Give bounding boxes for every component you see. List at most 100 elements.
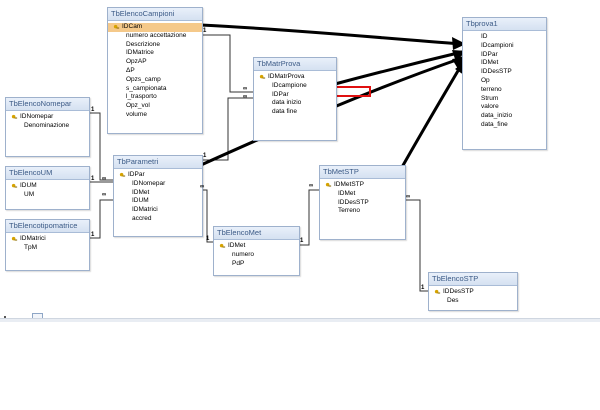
field-row[interactable]: Descrizione	[108, 41, 202, 50]
field-row[interactable]: IDNomepar	[114, 180, 202, 189]
horizontal-scrollbar[interactable]	[0, 318, 600, 322]
table-title[interactable]: TbMetSTP	[320, 166, 405, 179]
table-title[interactable]: TbElencotipomatrice	[6, 220, 89, 233]
field-name: Terreno	[338, 207, 361, 215]
field-row[interactable]: Strum	[463, 95, 546, 104]
field-row[interactable]: IDMet	[214, 242, 299, 251]
field-row[interactable]: IDPar	[114, 171, 202, 180]
field-row[interactable]: IDMatrice	[108, 49, 202, 58]
table-matr-prova[interactable]: TbMatrProva IDMatrProva IDcampione IDPar…	[253, 57, 337, 141]
many-marker: ∞	[309, 183, 314, 189]
table-elenco-stp[interactable]: TbElencoSTP IDDesSTP Des	[428, 272, 518, 311]
field-row[interactable]: OpzAP	[108, 58, 202, 67]
field-name: data_inizio	[481, 112, 513, 120]
field-name: IDcampioni	[481, 41, 514, 49]
field-row[interactable]: IDMet	[320, 190, 405, 199]
key-icon	[259, 74, 266, 79]
field-name: terreno	[481, 85, 502, 93]
field-row[interactable]: TpM	[6, 244, 89, 253]
field-name: IDNomepar	[20, 113, 54, 120]
table-title[interactable]: TbParametri	[114, 156, 202, 169]
field-row[interactable]: data inizio	[254, 99, 336, 108]
key-icon	[434, 289, 441, 294]
one-marker: 1	[91, 107, 95, 113]
table-title[interactable]: TbElencoSTP	[429, 273, 517, 286]
field-row[interactable]: IDMetSTP	[320, 181, 405, 190]
table-title[interactable]: Tbprova1	[463, 18, 546, 31]
table-prova1[interactable]: Tbprova1 ID IDcampioni IDPar IDMet IDDes…	[462, 17, 547, 150]
field-name: Strum	[481, 94, 499, 102]
field-row[interactable]: valore	[463, 103, 546, 112]
field-name: Des	[447, 296, 459, 304]
field-row[interactable]: IDcampioni	[463, 42, 546, 51]
many-marker: ∞	[406, 194, 411, 200]
table-title[interactable]: TbElencoUM	[6, 167, 89, 180]
field-row[interactable]: IDMet	[463, 59, 546, 68]
field-row[interactable]: IDNomepar	[6, 113, 89, 122]
field-row[interactable]: Des	[429, 297, 517, 306]
field-row[interactable]: Terreno	[320, 207, 405, 216]
field-name: ΔP	[126, 66, 135, 74]
key-icon	[113, 24, 120, 29]
one-marker: 1	[300, 238, 304, 244]
field-row[interactable]: numero accettazione	[108, 32, 202, 41]
field-row[interactable]: IDPar	[254, 91, 336, 100]
table-elenco-tipomatrice[interactable]: TbElencotipomatrice IDMatrici TpM	[5, 219, 90, 271]
field-row[interactable]: Op	[463, 77, 546, 86]
key-icon	[325, 182, 332, 187]
many-marker: ∞	[200, 184, 205, 190]
field-row[interactable]: data_fine	[463, 121, 546, 130]
field-name: l_trasporto	[126, 93, 157, 101]
field-row[interactable]: l_trasporto	[108, 93, 202, 102]
field-name: Denominazione	[24, 121, 70, 129]
field-row[interactable]: IDUM	[114, 197, 202, 206]
table-met-stp[interactable]: TbMetSTP IDMetSTP IDMet IDDesSTP Terreno	[319, 165, 406, 240]
field-name: ID	[481, 33, 488, 40]
field-row[interactable]: IDDesSTP	[429, 288, 517, 297]
field-row[interactable]: volume	[108, 111, 202, 120]
field-row[interactable]: IDDesSTP	[463, 68, 546, 77]
table-elenco-campioni[interactable]: TbElencoCampioni IDCam numero accettazio…	[107, 7, 203, 134]
field-row[interactable]: numero	[214, 251, 299, 260]
field-row[interactable]: Opzs_camp	[108, 76, 202, 85]
field-row[interactable]: IDCam	[108, 23, 202, 32]
table-title[interactable]: TbElencoCampioni	[108, 8, 202, 21]
field-row[interactable]: terreno	[463, 86, 546, 95]
field-row[interactable]: IDMatrProva	[254, 73, 336, 82]
one-marker: 1	[203, 153, 207, 159]
field-row[interactable]: data fine	[254, 108, 336, 117]
table-elenco-met[interactable]: TbElencoMet IDMet numero PdP	[213, 226, 300, 276]
field-row[interactable]: IDDesSTP	[320, 199, 405, 208]
many-marker: ∞	[243, 94, 248, 100]
field-row[interactable]: ID	[463, 33, 546, 42]
field-row[interactable]: IDMatrici	[6, 235, 89, 244]
key-icon	[119, 172, 126, 177]
table-title[interactable]: TbElencoNomepar	[6, 98, 89, 111]
field-row[interactable]: UM	[6, 191, 89, 200]
table-parametri[interactable]: TbParametri IDPar IDNomepar IDMet IDUM I…	[113, 155, 203, 237]
field-name: s_campionata	[126, 84, 167, 92]
field-name: IDPar	[128, 171, 145, 178]
field-row[interactable]: IDUM	[6, 182, 89, 191]
table-elenco-um[interactable]: TbElencoUM IDUM UM	[5, 166, 90, 210]
one-marker: 1	[421, 285, 425, 291]
field-row[interactable]: data_inizio	[463, 112, 546, 121]
field-row[interactable]: IDPar	[463, 51, 546, 60]
table-title[interactable]: TbElencoMet	[214, 227, 299, 240]
field-name: Opzs_camp	[126, 75, 161, 83]
table-elenco-nomepar[interactable]: TbElencoNomepar IDNomepar Denominazione	[5, 97, 90, 157]
field-row[interactable]: Denominazione	[6, 122, 89, 131]
key-icon	[11, 114, 18, 119]
table-title[interactable]: TbMatrProva	[254, 58, 336, 71]
key-icon	[219, 243, 226, 248]
field-name: IDPar	[272, 90, 289, 98]
field-name: Op	[481, 76, 490, 84]
field-row[interactable]: IDMatrici	[114, 206, 202, 215]
field-row[interactable]: Opz_vol	[108, 102, 202, 111]
field-row[interactable]: s_campionata	[108, 85, 202, 94]
field-row[interactable]: ΔP	[108, 67, 202, 76]
field-row[interactable]: IDcampione	[254, 82, 336, 91]
field-row[interactable]: accred	[114, 215, 202, 224]
field-row[interactable]: PdP	[214, 260, 299, 269]
field-row[interactable]: IDMet	[114, 189, 202, 198]
